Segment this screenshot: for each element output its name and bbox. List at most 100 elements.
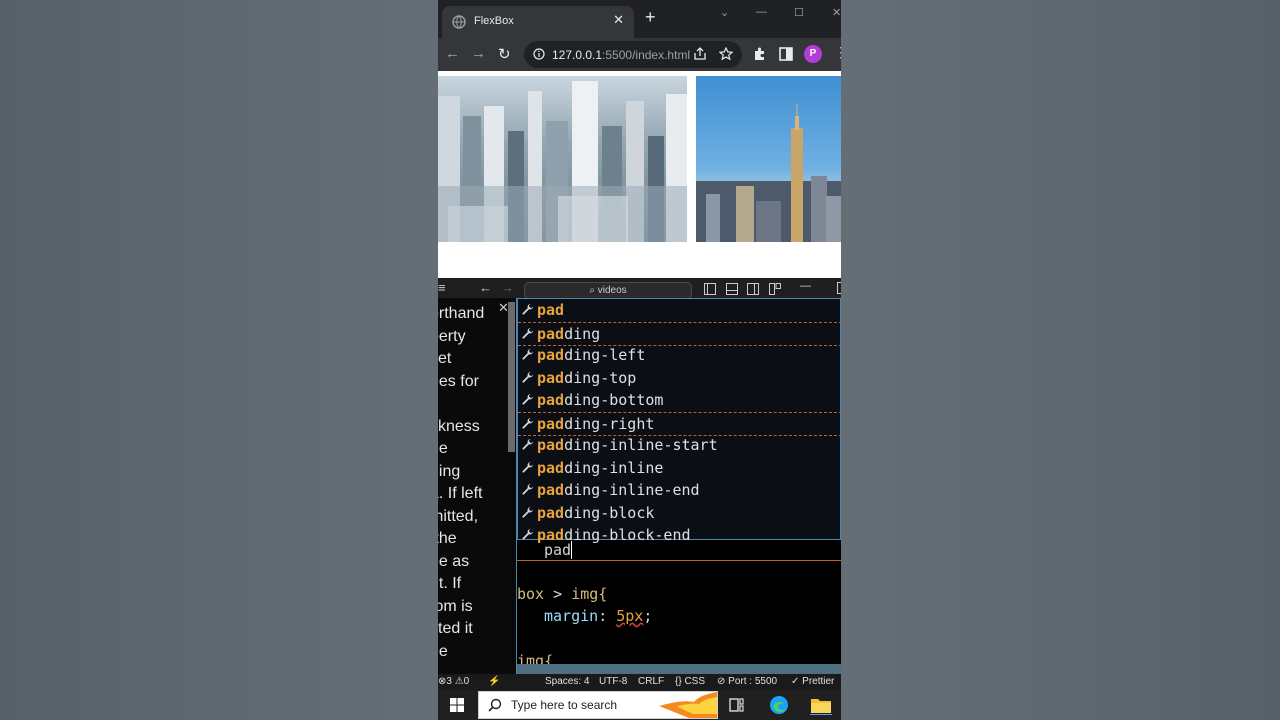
suggestion-rest: ding-block — [564, 503, 655, 522]
property-wrench-icon — [522, 304, 533, 315]
doc-scrollbar[interactable] — [508, 302, 515, 452]
suggestion-item[interactable]: padding — [518, 321, 841, 346]
doc-line: ckness — [438, 417, 480, 435]
code-line-selector[interactable]: box > img{ — [517, 585, 607, 603]
property-wrench-icon — [522, 394, 533, 405]
suggestion-rest: ding-inline-start — [564, 436, 718, 454]
doc-line: ne as — [438, 552, 470, 570]
customize-layout-icon[interactable] — [769, 283, 781, 295]
file-explorer-icon[interactable] — [810, 695, 832, 715]
doc-line: he — [438, 642, 448, 660]
suggestion-rest: ding-left — [564, 346, 646, 364]
vscode-maximize-button[interactable] — [837, 282, 841, 294]
property-wrench-icon — [522, 484, 533, 495]
window-maximize-button[interactable]: ☐ — [794, 6, 804, 19]
search-icon — [488, 698, 502, 712]
eol-status[interactable]: CRLF — [638, 674, 664, 690]
screen-capture: FlexBox ✕ + ⌄ — ☐ ✕ ← → ↻ 127.0.0.1:5500… — [438, 0, 841, 720]
suggestion-match: pad — [537, 458, 565, 477]
doc-line: he — [438, 440, 448, 457]
layout-panel-icon[interactable] — [726, 283, 738, 295]
menu-icon[interactable]: ≡ — [438, 280, 446, 295]
css-semicolon: ; — [643, 607, 653, 625]
suggestion-item[interactable]: padding-right — [518, 411, 841, 436]
live-server-port-status[interactable]: ⊘ Port : 5500 — [717, 674, 777, 690]
suggestion-item[interactable]: padding-inline — [518, 457, 841, 479]
url-path: :5500/index.html — [602, 48, 691, 62]
reload-button[interactable]: ↻ — [498, 45, 511, 63]
browser-tab[interactable]: FlexBox ✕ — [442, 6, 634, 38]
window-close-button[interactable]: ✕ — [832, 6, 841, 19]
taskbar-search-box[interactable]: Type here to search — [478, 691, 718, 719]
search-highlight-flame-icon — [659, 692, 717, 718]
property-wrench-icon — [522, 371, 533, 383]
browser-menu-button[interactable]: ⋮ — [834, 44, 841, 61]
edge-browser-icon[interactable] — [769, 695, 789, 715]
new-tab-button[interactable]: + — [645, 8, 656, 26]
suggestion-label: padding-inline-start — [537, 434, 718, 456]
back-button[interactable]: ← — [445, 45, 460, 62]
typed-text: pad — [544, 541, 572, 559]
suggestion-match: pad — [537, 346, 565, 364]
bookmark-star-icon[interactable] — [719, 47, 733, 61]
vscode-back-button[interactable]: ← — [479, 280, 492, 295]
vscode-status-bar: ⊗3 ⚠0 ⚡ Spaces: 4 UTF-8 CRLF {} CSS ⊘ Po… — [438, 674, 841, 690]
suggestion-label: pad — [537, 299, 564, 321]
suggestion-item[interactable]: padding-left — [518, 344, 841, 366]
vscode-forward-button[interactable]: → — [501, 280, 514, 295]
suggestion-item[interactable]: padding-inline-end — [518, 479, 841, 501]
extensions-puzzle-icon[interactable] — [752, 46, 768, 62]
layout-secondary-sidebar-icon[interactable] — [747, 283, 759, 295]
suggestion-rest: ding-inline-end — [564, 481, 700, 499]
code-line-typed[interactable]: pad — [544, 541, 573, 559]
language-mode-status[interactable]: {} CSS — [675, 674, 705, 690]
layout-sidebar-icon[interactable] — [704, 283, 716, 295]
tab-search-icon[interactable]: ⌄ — [720, 6, 729, 19]
suggestion-match: pad — [537, 481, 565, 499]
suggestion-item[interactable]: padding-inline-start — [518, 434, 841, 456]
info-icon[interactable] — [533, 48, 545, 60]
encoding-status[interactable]: UTF-8 — [599, 674, 627, 690]
suggestion-details-panel: orthandpertysetues forcknesshedinga. If … — [438, 298, 517, 674]
prettier-status[interactable]: ✓ Prettier — [791, 674, 834, 690]
text-cursor — [571, 541, 573, 559]
problems-indicator[interactable]: ⊗3 ⚠0 — [438, 674, 469, 690]
suggestion-match: pad — [537, 436, 565, 454]
window-minimize-button[interactable]: — — [756, 6, 767, 18]
command-center-search[interactable]: ⌕ videos — [524, 282, 692, 299]
windows-start-icon[interactable] — [450, 698, 464, 712]
vscode-minimize-button[interactable]: — — [800, 280, 811, 292]
doc-line: perty — [438, 327, 466, 345]
city-skyline-image-2 — [696, 76, 841, 242]
plug-icon[interactable]: ⚡ — [488, 674, 500, 690]
web-page-viewport — [438, 71, 841, 278]
suggestion-match: pad — [537, 414, 565, 433]
url-text: 127.0.0.1:5500/index.html — [552, 48, 690, 62]
css-code[interactable]: pad box > img{ margin: 5px; img{ — [517, 540, 841, 674]
share-icon[interactable] — [693, 47, 707, 61]
doc-line: the — [438, 530, 457, 547]
selector-combinator: > — [544, 585, 572, 603]
code-editor[interactable]: pad padding padding-left padding-top padding… — [517, 298, 841, 674]
task-view-icon[interactable] — [727, 695, 747, 715]
css-property: margin — [544, 607, 599, 625]
forward-button[interactable]: → — [471, 45, 486, 62]
globe-icon — [452, 15, 466, 29]
suggestion-match: pad — [537, 503, 565, 522]
suggestion-label: padding-top — [537, 367, 636, 389]
side-panel-icon[interactable] — [778, 46, 794, 62]
address-bar[interactable]: 127.0.0.1:5500/index.html — [524, 41, 742, 68]
suggestion-item[interactable]: padding-block — [518, 502, 841, 524]
selector-class: box — [517, 585, 545, 603]
suggestion-item[interactable]: padding-bottom — [518, 389, 841, 411]
suggestion-rest: ding-bottom — [564, 391, 664, 409]
suggestion-item[interactable]: padding-top — [518, 367, 841, 389]
tab-title: FlexBox — [474, 15, 514, 27]
indentation-status[interactable]: Spaces: 4 — [545, 674, 589, 690]
tab-close-button[interactable]: ✕ — [613, 12, 624, 28]
property-wrench-icon — [522, 461, 533, 473]
code-line-declaration[interactable]: margin: 5px; — [544, 607, 652, 625]
profile-avatar[interactable]: P — [804, 45, 822, 63]
suggestion-item[interactable]: pad — [518, 299, 841, 321]
autocomplete-suggest-widget[interactable]: pad padding padding-left padding-top padding… — [517, 298, 841, 544]
